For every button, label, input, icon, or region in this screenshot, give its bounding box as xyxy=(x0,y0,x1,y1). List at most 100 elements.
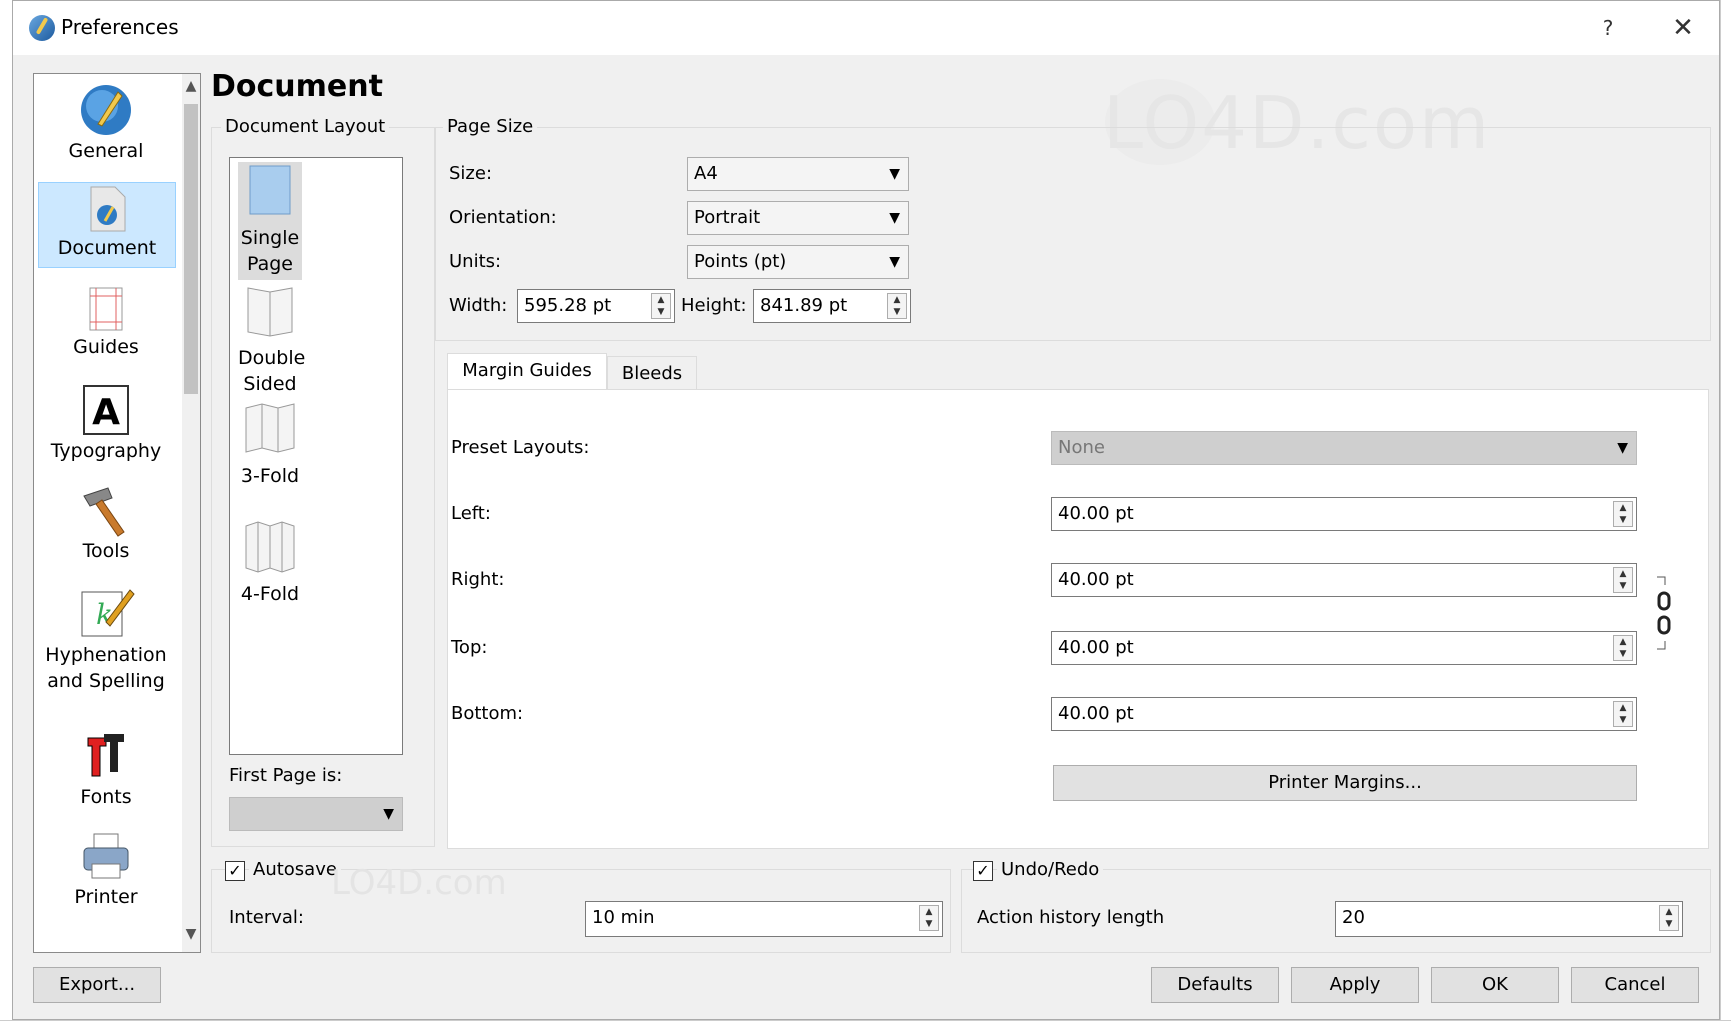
size-label: Size: xyxy=(449,163,493,184)
undo-redo-checkbox[interactable]: ✓ xyxy=(973,861,993,881)
units-select[interactable]: Points (pt) ▼ xyxy=(687,245,909,279)
preset-layouts-label: Preset Layouts: xyxy=(451,437,590,458)
sidebar-item-typography[interactable]: A Typography xyxy=(38,382,174,472)
undo-redo-label: Undo/Redo xyxy=(997,859,1104,880)
sidebar-item-hyphenation[interactable]: k Hyphenation and Spelling xyxy=(38,582,174,706)
right-margin-value: 40.00 pt xyxy=(1058,569,1134,590)
ok-button[interactable]: OK xyxy=(1431,967,1559,1003)
sidebar-item-guides[interactable]: Guides xyxy=(38,284,174,368)
first-page-select[interactable]: ▼ xyxy=(229,797,403,831)
action-history-value: 20 xyxy=(1342,907,1365,928)
sidebar-item-general[interactable]: General xyxy=(38,82,174,174)
bottom-margin-field[interactable]: 40.00 pt ▲ ▼ xyxy=(1051,697,1637,731)
height-label: Height: xyxy=(681,295,747,316)
interval-value: 10 min xyxy=(592,907,655,928)
preset-layouts-select[interactable]: None ▼ xyxy=(1051,431,1637,465)
tab-bleeds[interactable]: Bleeds xyxy=(607,356,697,390)
action-history-label: Action history length xyxy=(977,907,1165,928)
autosave-checkbox[interactable]: ✓ xyxy=(225,861,245,881)
spinner-arrows-icon[interactable]: ▲ ▼ xyxy=(1613,635,1633,661)
interval-label: Interval: xyxy=(229,907,304,928)
apply-button[interactable]: Apply xyxy=(1291,967,1419,1003)
spinner-arrows-icon[interactable]: ▲ ▼ xyxy=(887,293,907,319)
interval-field[interactable]: 10 min ▲ ▼ xyxy=(585,901,943,937)
orientation-label: Orientation: xyxy=(449,207,557,228)
single-page-icon xyxy=(249,165,291,215)
sidebar-item-document[interactable]: Document xyxy=(38,182,176,268)
app-logo-icon xyxy=(29,15,55,41)
document-layout-title: Document Layout xyxy=(221,116,390,137)
sidebar-item-tools[interactable]: Tools xyxy=(38,482,174,572)
scroll-up-arrow-icon[interactable]: ▲ xyxy=(182,78,200,98)
spinner-arrows-icon[interactable]: ▲ ▼ xyxy=(1613,701,1633,727)
orientation-value: Portrait xyxy=(694,207,761,228)
right-margin-field[interactable]: 40.00 pt ▲ ▼ xyxy=(1051,563,1637,597)
bottom-margin-value: 40.00 pt xyxy=(1058,703,1134,724)
action-history-field[interactable]: 20 ▲ ▼ xyxy=(1335,901,1683,937)
printer-margins-button[interactable]: Printer Margins... xyxy=(1053,765,1637,801)
title-bar: Preferences ? ✕ xyxy=(13,1,1719,55)
typography-icon: A xyxy=(83,385,129,435)
guides-icon xyxy=(89,287,123,331)
sidebar-item-label: Typography xyxy=(50,440,162,462)
layout-list: Single Page Double Sided 3-Fold 4-Fold xyxy=(229,157,403,755)
chevron-down-icon: ▼ xyxy=(889,210,900,226)
tab-margin-guides[interactable]: Margin Guides xyxy=(447,353,607,391)
chevron-down-icon: ▼ xyxy=(383,806,394,822)
sidebar-item-printer[interactable]: Printer xyxy=(38,828,174,916)
link-chain-icon[interactable] xyxy=(1653,575,1675,653)
defaults-button[interactable]: Defaults xyxy=(1151,967,1279,1003)
layout-double-sided[interactable]: Double Sided xyxy=(238,282,306,395)
sidebar-item-label: Printer xyxy=(74,886,138,908)
layout-3-fold[interactable]: 3-Fold xyxy=(238,400,302,512)
layout-single-page[interactable]: Single Page xyxy=(238,162,302,280)
layout-option-label: 3-Fold xyxy=(240,465,300,487)
spinner-arrows-icon[interactable]: ▲ ▼ xyxy=(1613,501,1633,527)
height-field[interactable]: 841.89 pt ▲ ▼ xyxy=(753,289,911,323)
export-button[interactable]: Export... xyxy=(33,967,161,1003)
autosave-label: Autosave xyxy=(249,859,341,880)
four-fold-icon xyxy=(245,521,295,573)
spinner-arrows-icon[interactable]: ▲ ▼ xyxy=(651,293,671,319)
three-fold-icon xyxy=(245,403,295,453)
background-window-strip-right xyxy=(1720,0,1731,1035)
sidebar-item-label: Hyphenation and Spelling xyxy=(45,644,167,692)
hammer-icon xyxy=(83,487,125,537)
layout-option-label: Double Sided xyxy=(238,347,306,395)
document-icon xyxy=(90,186,126,232)
spinner-arrows-icon[interactable]: ▲ ▼ xyxy=(1613,567,1633,593)
chevron-down-icon: ▼ xyxy=(1617,440,1628,456)
double-sided-icon xyxy=(247,287,293,337)
size-select[interactable]: A4 ▼ xyxy=(687,157,909,191)
layout-4-fold[interactable]: 4-Fold xyxy=(238,518,302,630)
fonts-icon xyxy=(87,734,124,777)
chevron-down-icon: ▼ xyxy=(889,166,900,182)
sidebar-item-label: General xyxy=(68,140,144,162)
preferences-dialog: Preferences ? ✕ General Document Guides … xyxy=(12,0,1720,1020)
top-margin-label: Top: xyxy=(451,637,488,658)
help-button[interactable]: ? xyxy=(1588,13,1628,43)
sidebar-scrollbar-thumb[interactable] xyxy=(184,104,198,394)
right-margin-label: Right: xyxy=(451,569,505,590)
close-button[interactable]: ✕ xyxy=(1661,11,1705,45)
height-value: 841.89 pt xyxy=(760,295,848,316)
spinner-arrows-icon[interactable]: ▲ ▼ xyxy=(919,905,939,931)
scroll-down-arrow-icon[interactable]: ▼ xyxy=(182,926,200,946)
bottom-margin-label: Bottom: xyxy=(451,703,524,724)
width-field[interactable]: 595.28 pt ▲ ▼ xyxy=(517,289,675,323)
general-quill-icon xyxy=(81,85,131,135)
page-size-title: Page Size xyxy=(443,116,538,137)
window-title: Preferences xyxy=(61,15,179,39)
orientation-select[interactable]: Portrait ▼ xyxy=(687,201,909,235)
left-margin-field[interactable]: 40.00 pt ▲ ▼ xyxy=(1051,497,1637,531)
width-value: 595.28 pt xyxy=(524,295,612,316)
hyphenation-pen-icon: k xyxy=(81,589,135,637)
spinner-arrows-icon[interactable]: ▲ ▼ xyxy=(1659,905,1679,931)
width-label: Width: xyxy=(449,295,508,316)
sidebar-item-fonts[interactable]: Fonts xyxy=(38,728,174,816)
cancel-button[interactable]: Cancel xyxy=(1571,967,1699,1003)
top-margin-field[interactable]: 40.00 pt ▲ ▼ xyxy=(1051,631,1637,665)
layout-option-label: 4-Fold xyxy=(240,583,300,605)
layout-option-label: Single Page xyxy=(240,227,300,275)
units-value: Points (pt) xyxy=(694,251,787,272)
